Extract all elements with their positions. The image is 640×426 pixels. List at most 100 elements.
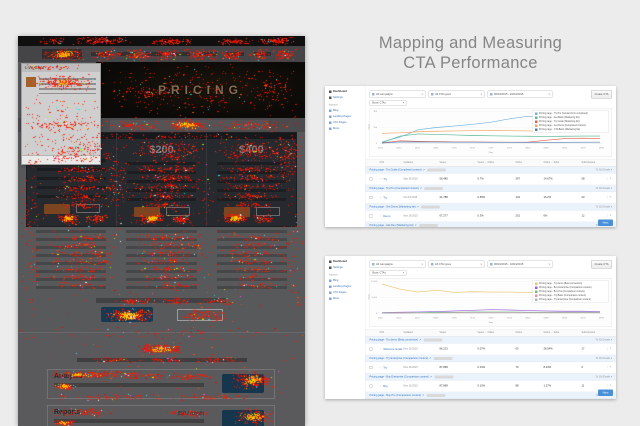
sidebar-item-dashboard[interactable]: Dashboard [329,90,365,93]
create-cta-button[interactable]: Create CTA [591,260,612,269]
views_to_clicks-cell: 0.13% [478,366,516,369]
campaign-group-row: Pricing page - Try Guide (Completed cont… [366,167,617,174]
show-dropdown[interactable]: Show: CTAs▾ [370,100,407,106]
row-overflow-menu[interactable]: ⋮ ▾ [607,196,611,199]
star-icon[interactable]: ☆ [380,196,383,199]
filter-dropdown[interactable]: All CTA types▾ [429,91,485,99]
row-range-controls[interactable]: 7d 30d Details ▾ [596,205,612,208]
campaign-link[interactable]: Pricing page - Try Enterprise (Compariso… [370,357,429,360]
row-checkbox[interactable] [370,215,373,218]
sidebar-item-more[interactable]: More [329,297,365,300]
cta-link[interactable]: Demo [383,215,390,218]
sidebar-item-cta-pages[interactable]: CTA Pages [329,291,365,294]
sidebar-dashboard-label: Dashboard [333,90,347,93]
x-axis-tick: 06/28 [433,317,438,320]
row-range-controls[interactable]: 7d 30d Details ▾ [596,357,612,360]
star-icon[interactable]: ☆ [380,348,383,351]
external-link-icon: ↗ [419,338,421,341]
campaign-link[interactable]: Pricing page - Get Demo (Marketing list) [370,205,416,208]
sidebar-item-more[interactable]: More [329,127,365,130]
star-icon[interactable]: ☆ [380,178,383,181]
filter-dropdown[interactable]: All campaigns▾ [370,261,426,269]
sidebar-item-settings[interactable]: Settings [329,96,365,99]
cta-data-row: ☆DemoNov 18 201567,2770.3%2016%12⋮ ▾ [366,211,617,223]
row-range-controls[interactable]: 7d 30d Details ▾ [596,338,612,341]
x-axis-tick: 06/21 [415,317,420,320]
star-icon[interactable]: ☆ [380,215,383,218]
row-checkbox[interactable] [370,196,373,199]
row-range-controls[interactable]: 7d 30d Details ▾ [596,168,612,171]
sidebar-item-cta-pages[interactable]: CTA Pages [329,121,365,124]
cta-cell: ☆Welcome Guide [380,347,404,351]
clicks-cell: 397 [516,178,544,181]
filter-label: All CTA types [435,263,451,266]
cta-performance-chart: Views10,0005,000006/0706/1406/2106/2807/… [370,278,613,327]
row-checkbox[interactable] [370,366,373,369]
cta-link[interactable]: Try [383,196,387,199]
sidebar-link-label: CTA Pages [333,121,346,124]
row-range-controls[interactable]: 7d 30d Details ▾ [596,187,612,190]
row-checkbox[interactable] [370,385,373,388]
row-checkbox[interactable] [370,348,373,351]
next-page-button[interactable]: Next [598,220,613,227]
clicks_to_subs-cell: 1.27% [544,385,582,388]
table-header-row: CTAUpdatedViewsViews → ClicksClicksClick… [366,159,617,167]
x-axis-tick: 06/07 [378,147,383,150]
show-dropdown[interactable]: Show: CTAs▾ [370,270,407,276]
cta-link[interactable]: Try [383,366,387,369]
star-icon[interactable]: ☆ [380,366,383,369]
create-cta-button[interactable]: Create CTA [591,90,612,99]
external-link-icon: ↗ [420,187,422,190]
sidebar-item-settings[interactable]: Settings [329,266,365,269]
filter-dropdown[interactable]: 06/04/2015 - 10/04/2015▾ [488,91,553,99]
sidebar-item-landing-pages[interactable]: Landing Pages [329,285,365,288]
sidebar-item-landing-pages[interactable]: Landing Pages [329,115,365,118]
legend-entry: Pricing page - Try Basic (Comparison con… [535,294,606,297]
cta-link[interactable]: Buy [383,385,388,388]
dashboard-sidebar: DashboardSettingsImproveBlogLanding Page… [325,86,365,227]
row-overflow-menu[interactable]: ⋮ ▾ [607,177,611,180]
row-overflow-menu[interactable]: ⋮ ▾ [607,366,611,369]
campaign-link[interactable]: Pricing page - Try demo (Beta conversion… [370,338,419,341]
row-overflow-menu[interactable]: ⋮ ▾ [607,214,611,217]
sidebar-item-blog[interactable]: Blog [329,279,365,282]
campaign-link[interactable]: Pricing page - Buy Pro (Comparison conte… [370,394,422,397]
cta-link[interactable]: Try [383,178,387,181]
campaign-link[interactable]: Pricing page - Ask Dev (Marketing list) [370,224,414,227]
x-axis-tick: 07/05 [452,317,457,320]
filter-toolbar: All campaigns▾All CTA types▾06/04/2015 -… [370,90,613,99]
legend-swatch [535,291,538,294]
filter-label: All campaigns [376,93,393,96]
row-overflow-menu[interactable]: ⋮ ▾ [607,347,611,350]
cta-link[interactable]: Welcome Guide [383,348,402,351]
row-range-controls[interactable]: 7d 30d Details ▾ [596,375,612,378]
row-checkbox[interactable] [370,178,373,181]
row-overflow-menu[interactable]: ⋮ ▾ [607,384,611,387]
campaign-link[interactable]: Pricing page - Try Pro (Completed conten… [370,187,419,190]
filter-dropdown[interactable]: All campaigns▾ [370,91,426,99]
views-cell: 87,868 [440,366,478,369]
cta-cell: ☆Try [380,177,404,181]
next-page-button[interactable]: Next [598,390,613,397]
filter-dropdown[interactable]: 06/04/2015 - 10/04/2015▾ [488,261,553,269]
campaign-group-row: Pricing page - Get Demo (Marketing list)… [366,204,617,211]
clicks_to_subs-cell: 28.54% [544,348,582,351]
legend-swatch [535,113,538,116]
filter-label: All campaigns [376,263,393,266]
show-label: Show: CTAs [372,272,386,275]
sidebar-item-dashboard[interactable]: Dashboard [329,260,365,263]
external-link-icon: ↗ [429,357,431,360]
x-axis-tick: 07/26 [507,147,512,150]
campaign-link[interactable]: Pricing page - Try Guide (Completed cont… [370,168,422,171]
star-icon[interactable]: ☆ [380,385,383,388]
views-cell: 87,868 [440,385,478,388]
filter-dropdown[interactable]: All CTA types▾ [429,261,485,269]
submissions-cell: 12 [582,215,608,218]
filter-icon [431,263,434,266]
sidebar-item-blog[interactable]: Blog [329,109,365,112]
sidebar-dashboard-label: Dashboard [333,260,347,263]
updated-cell: Sep 28 2015 [404,178,440,181]
campaign-tag-pill [424,187,443,190]
x-axis-tick: 08/09 [544,317,549,320]
campaign-link[interactable]: Pricing page - Buy Enterprise (Compariso… [370,375,429,378]
